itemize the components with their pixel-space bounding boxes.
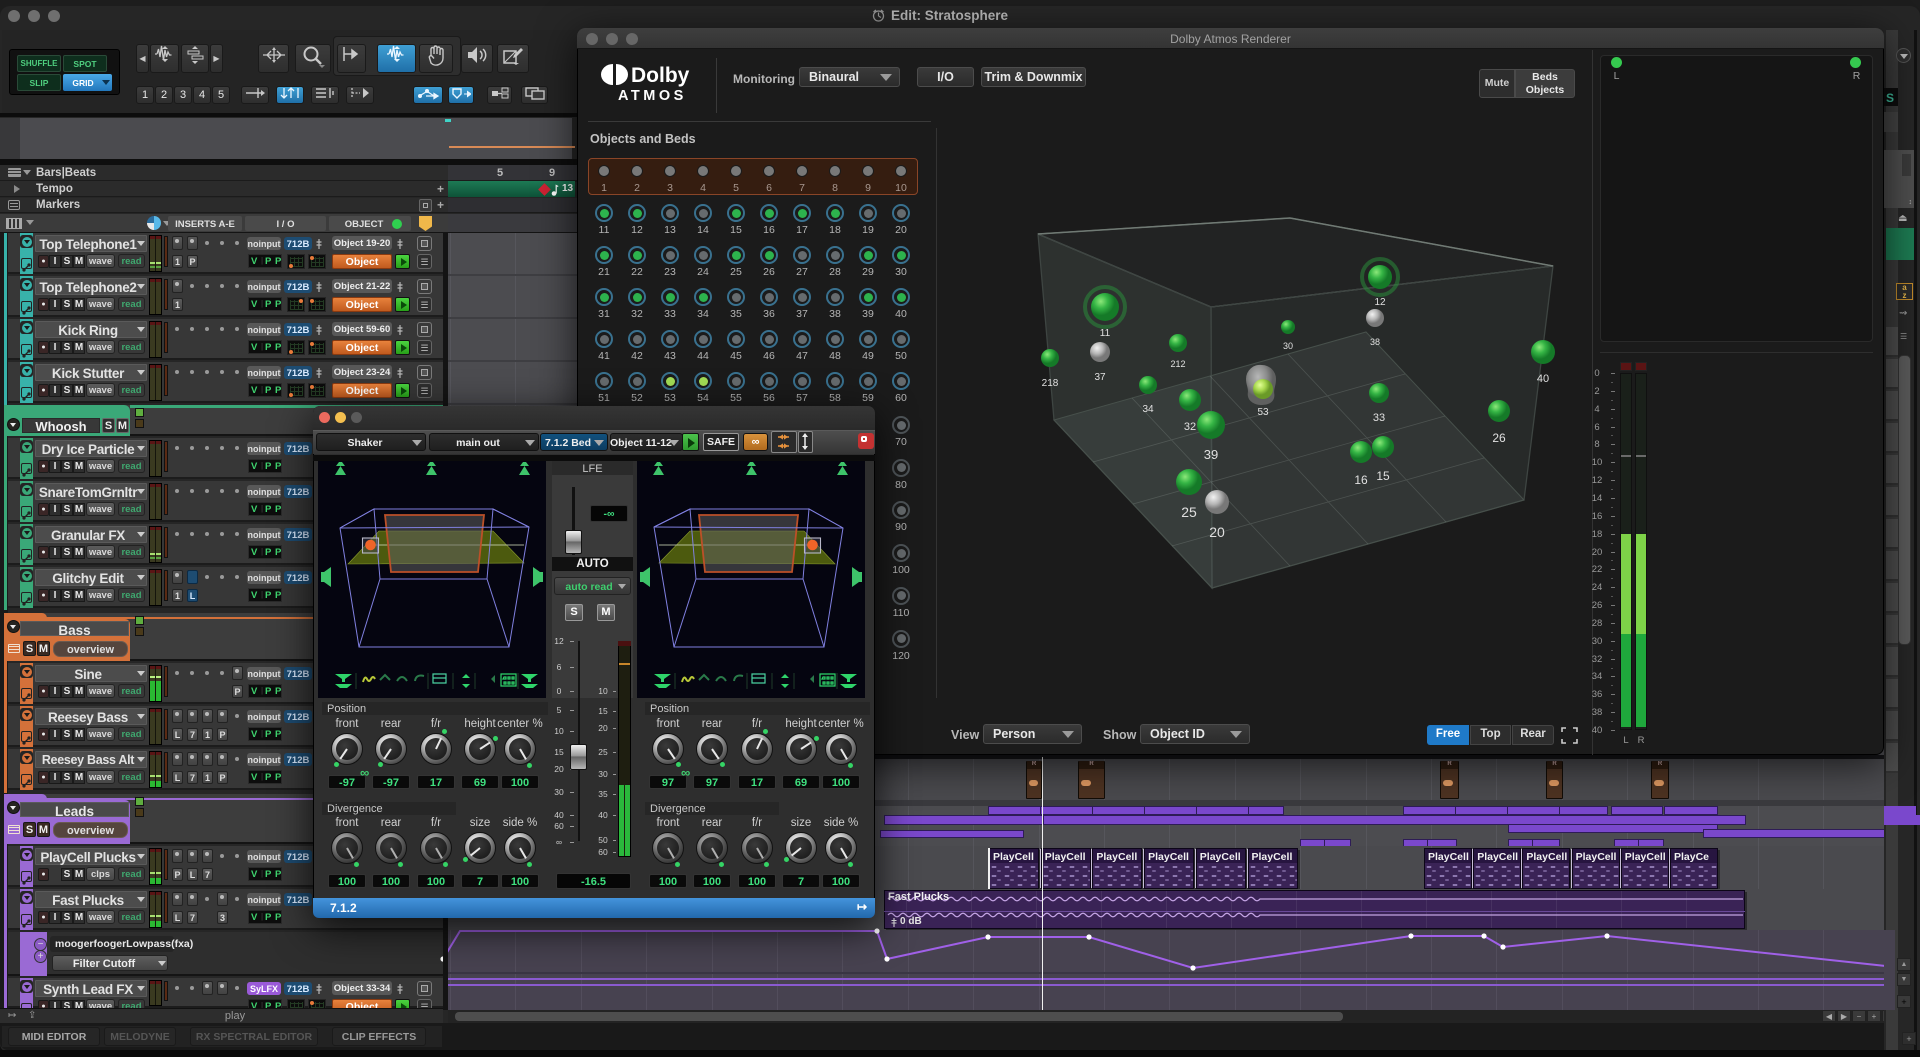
svg-text:212: 212	[1170, 359, 1185, 369]
svg-text:34: 34	[1142, 404, 1154, 415]
svg-text:11: 11	[1100, 328, 1111, 339]
svg-text:39: 39	[1204, 447, 1218, 462]
svg-text:20: 20	[1209, 524, 1225, 540]
svg-text:Dolby: Dolby	[631, 64, 690, 87]
svg-text:16: 16	[1354, 473, 1368, 487]
svg-text:12: 12	[1374, 297, 1386, 308]
svg-text:32: 32	[1184, 421, 1196, 433]
svg-text:30: 30	[1283, 341, 1293, 351]
svg-text:40: 40	[1537, 373, 1549, 385]
svg-text:53: 53	[1257, 407, 1269, 418]
svg-text:ATMOS: ATMOS	[618, 88, 687, 103]
svg-text:33: 33	[1373, 412, 1385, 424]
svg-text:15: 15	[1376, 469, 1390, 483]
svg-text:26: 26	[1492, 431, 1506, 445]
svg-text:25: 25	[1181, 504, 1197, 520]
svg-text:38: 38	[1370, 337, 1380, 347]
svg-text:37: 37	[1094, 372, 1106, 383]
svg-text:218: 218	[1042, 378, 1059, 389]
